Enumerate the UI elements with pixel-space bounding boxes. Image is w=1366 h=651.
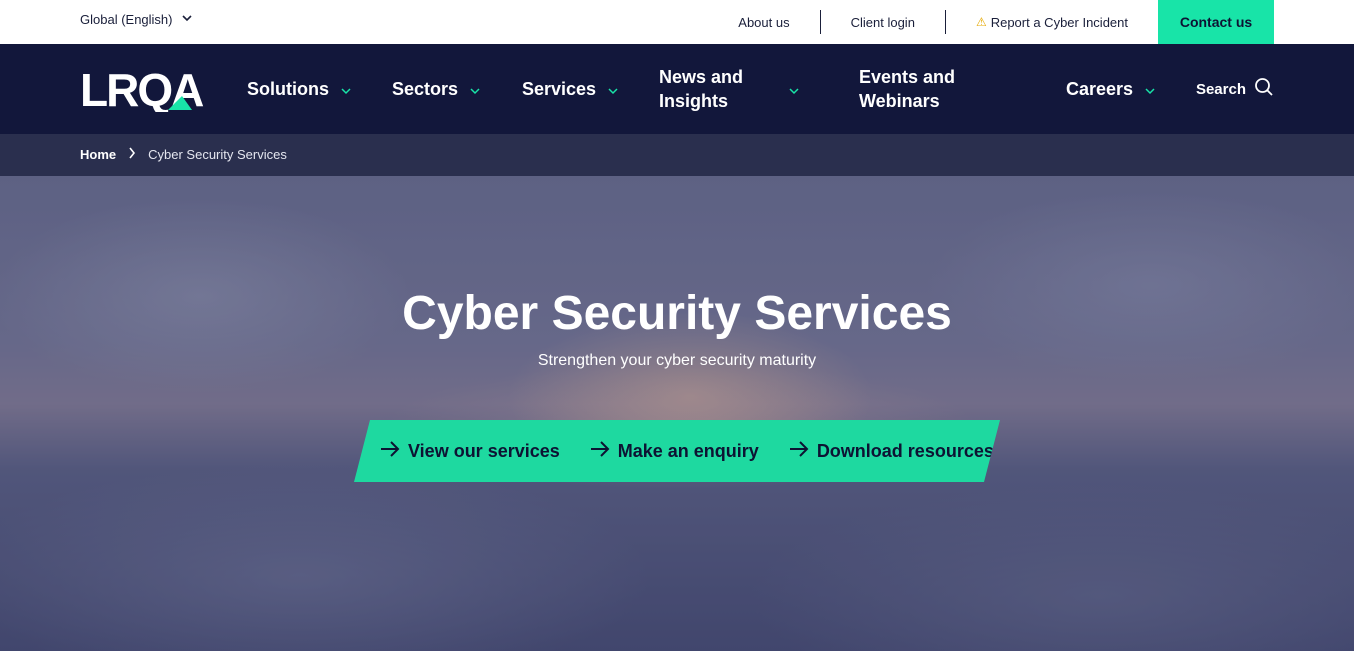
contact-us-button[interactable]: Contact us: [1158, 0, 1274, 44]
hero-overlay: [0, 176, 1354, 651]
hero-section: Cyber Security Services Strengthen your …: [0, 176, 1354, 651]
warning-icon: ⚠: [975, 15, 987, 29]
nav-services[interactable]: Services: [522, 77, 618, 101]
hero-title: Cyber Security Services: [402, 287, 952, 340]
nav-solutions-label: Solutions: [247, 79, 329, 99]
utility-bar: Global (English) About us Client login ⚠…: [0, 0, 1354, 44]
about-us-link[interactable]: About us: [708, 11, 819, 33]
view-services-button[interactable]: View our services: [380, 441, 560, 462]
main-nav: LRQA Solutions Sectors Services News and…: [0, 44, 1354, 134]
breadcrumb-bar: Home Cyber Security Services: [0, 134, 1354, 176]
chevron-down-icon: [789, 79, 799, 100]
search-label: Search: [1195, 80, 1246, 98]
nav-news-insights[interactable]: News and Insights: [659, 65, 807, 113]
nav-careers-label: Careers: [1066, 79, 1134, 99]
nav-solutions[interactable]: Solutions: [247, 77, 351, 101]
breadcrumb-home-link[interactable]: Home: [80, 147, 116, 162]
chevron-down-icon: [341, 79, 351, 100]
nav-careers[interactable]: Careers: [1066, 77, 1155, 101]
arrow-right-icon: [590, 441, 610, 462]
region-label: Global (English): [80, 12, 173, 27]
chevron-right-icon: [128, 147, 136, 162]
breadcrumb: Home Cyber Security Services: [80, 147, 287, 162]
chevron-down-icon: [608, 79, 618, 100]
make-enquiry-label: Make an enquiry: [617, 440, 759, 461]
breadcrumb-current: Cyber Security Services: [148, 147, 287, 162]
search-icon: [1254, 77, 1274, 101]
report-incident-link[interactable]: ⚠ Report a Cyber Incident: [946, 11, 1158, 33]
nav-sectors-label: Sectors: [392, 79, 459, 99]
chevron-down-icon: [181, 12, 193, 27]
make-enquiry-button[interactable]: Make an enquiry: [590, 441, 759, 462]
nav-news-insights-label: News and Insights: [659, 67, 744, 111]
region-selector[interactable]: Global (English): [80, 12, 193, 27]
nav-services-label: Services: [522, 79, 597, 99]
nav-sectors[interactable]: Sectors: [392, 77, 480, 101]
download-resources-button[interactable]: Download resources: [789, 441, 994, 462]
cta-band: View our services Make an enquiry Downlo…: [354, 420, 1000, 482]
chevron-down-icon: [1145, 79, 1155, 100]
arrow-right-icon: [789, 441, 809, 462]
chevron-down-icon: [470, 79, 480, 100]
search-button[interactable]: Search: [1196, 77, 1274, 101]
lrqa-logo[interactable]: LRQA: [80, 64, 220, 116]
hero-subtitle: Strengthen your cyber security maturity: [537, 352, 817, 369]
nav-events-webinars[interactable]: Events and Webinars: [859, 65, 979, 113]
arrow-right-icon: [380, 441, 400, 462]
view-services-label: View our services: [408, 440, 560, 461]
nav-events-webinars-label: Events and Webinars: [859, 67, 956, 111]
report-incident-label: Report a Cyber Incident: [990, 14, 1128, 30]
download-resources-label: Download resources: [816, 440, 994, 461]
client-login-link[interactable]: Client login: [821, 11, 945, 33]
